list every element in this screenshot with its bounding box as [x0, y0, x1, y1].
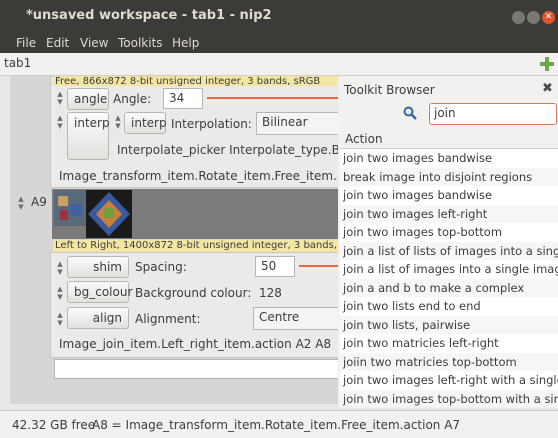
angle-spin-icon[interactable]: ▲ ▼ — [55, 90, 65, 106]
list-item[interactable]: joiin two matricies top-bottom — [340, 352, 558, 371]
spacing-field[interactable]: 50 — [255, 256, 295, 277]
image-info-a9: Left to Right, 1400x872 8-bit unsigned i… — [53, 240, 339, 252]
list-item[interactable]: join two lists, pairwise — [340, 315, 558, 334]
alignment-select[interactable]: Centre — [253, 307, 339, 330]
interpolation-label: Interpolation: — [171, 117, 252, 131]
interp-button[interactable]: interp — [67, 112, 110, 160]
menu-edit[interactable]: Edit — [46, 36, 69, 50]
shim-spin-icon[interactable]: ▲ ▼ — [55, 260, 65, 276]
rotate-action-text: Image_transform_item.Rotate_item.Free_it… — [59, 169, 339, 183]
bg-spin-icon[interactable]: ▲ ▼ — [55, 285, 65, 301]
list-item[interactable]: join a list of lists of images into a si… — [340, 241, 558, 260]
interp-spin-icon[interactable]: ▲ ▼ — [55, 114, 65, 130]
toolkit-browser-title: Toolkit Browser — [344, 83, 435, 97]
list-item[interactable]: join two lists end to end — [340, 297, 558, 316]
list-item[interactable]: join two images bandwise — [340, 149, 558, 168]
list-item[interactable]: join two images bandwise — [340, 186, 558, 205]
interp-inner-button[interactable]: interp — [124, 112, 167, 134]
interpolation-select[interactable]: Bilinear — [256, 112, 340, 135]
angle-slider[interactable] — [207, 97, 338, 99]
list-item[interactable]: join two matricies left-right — [340, 334, 558, 353]
shim-button[interactable]: shim — [67, 256, 129, 278]
window-title: *unsaved workspace - tab1 - nip2 — [26, 8, 272, 23]
interpolate-picker-text: Interpolate_picker Interpolate_type.BIL — [117, 143, 339, 157]
a9-thumb-right[interactable] — [86, 190, 132, 238]
list-item[interactable]: join two images top-bottom — [340, 223, 558, 242]
list-item[interactable]: join two images left-right with a single… — [340, 371, 558, 390]
menu-file[interactable]: File — [16, 36, 36, 50]
a9-thumb-left[interactable] — [54, 190, 86, 226]
list-item[interactable]: join two images top-bottom with a single — [340, 389, 558, 407]
tab-bar — [0, 53, 558, 76]
alignment-label: Alignment: — [135, 312, 201, 326]
search-input[interactable]: join — [429, 103, 557, 125]
bg-colour-label: Background colour: — [135, 286, 252, 300]
menu-toolkits[interactable]: Toolkits — [118, 36, 163, 50]
a9-spin-icon[interactable]: ▲ ▼ — [16, 195, 26, 211]
align-button[interactable]: align — [67, 307, 129, 329]
image-info-top: Free, 866x872 8-bit unsigned integer, 3 … — [53, 76, 339, 86]
add-tab-icon[interactable] — [540, 57, 554, 71]
maximize-icon[interactable] — [527, 11, 540, 24]
menu-help[interactable]: Help — [172, 36, 199, 50]
align-spin-icon[interactable]: ▲ ▼ — [55, 311, 65, 327]
search-icon — [403, 106, 417, 120]
bg-colour-button[interactable]: bg_colour — [67, 281, 132, 303]
angle-field[interactable]: 34 — [163, 88, 203, 109]
spacing-label: Spacing: — [135, 260, 187, 274]
minimize-icon[interactable] — [512, 11, 525, 24]
spacing-slider[interactable] — [299, 265, 338, 267]
close-icon[interactable]: ✖ — [542, 81, 553, 96]
menu-view[interactable]: View — [80, 36, 108, 50]
angle-button[interactable]: angle — [67, 88, 109, 110]
action-column-label: Action — [345, 132, 383, 146]
status-message: A8 = Image_transform_item.Rotate_item.Fr… — [92, 418, 461, 432]
angle-label: Angle: — [113, 92, 152, 106]
free-space-label: 42.32 GB free — [12, 418, 96, 432]
interp-inner-spin-icon[interactable]: ▲ ▼ — [113, 114, 123, 130]
a9-label[interactable]: A9 — [31, 195, 47, 209]
join-action-text: Image_join_item.Left_right_item.action A… — [59, 337, 332, 351]
action-list[interactable]: join two images bandwise break image into… — [340, 149, 558, 407]
tab-tab1[interactable]: tab1 — [4, 56, 31, 70]
list-item[interactable]: join a list of images into a single imag… — [340, 260, 558, 279]
list-item[interactable]: join a and b to make a complex — [340, 278, 558, 297]
close-icon[interactable]: ✕ — [542, 11, 555, 24]
command-entry[interactable] — [54, 359, 340, 379]
bg-colour-value: 128 — [259, 286, 282, 300]
list-item[interactable]: join two images left-right — [340, 204, 558, 223]
list-item[interactable]: break image into disjoint regions — [340, 167, 558, 186]
